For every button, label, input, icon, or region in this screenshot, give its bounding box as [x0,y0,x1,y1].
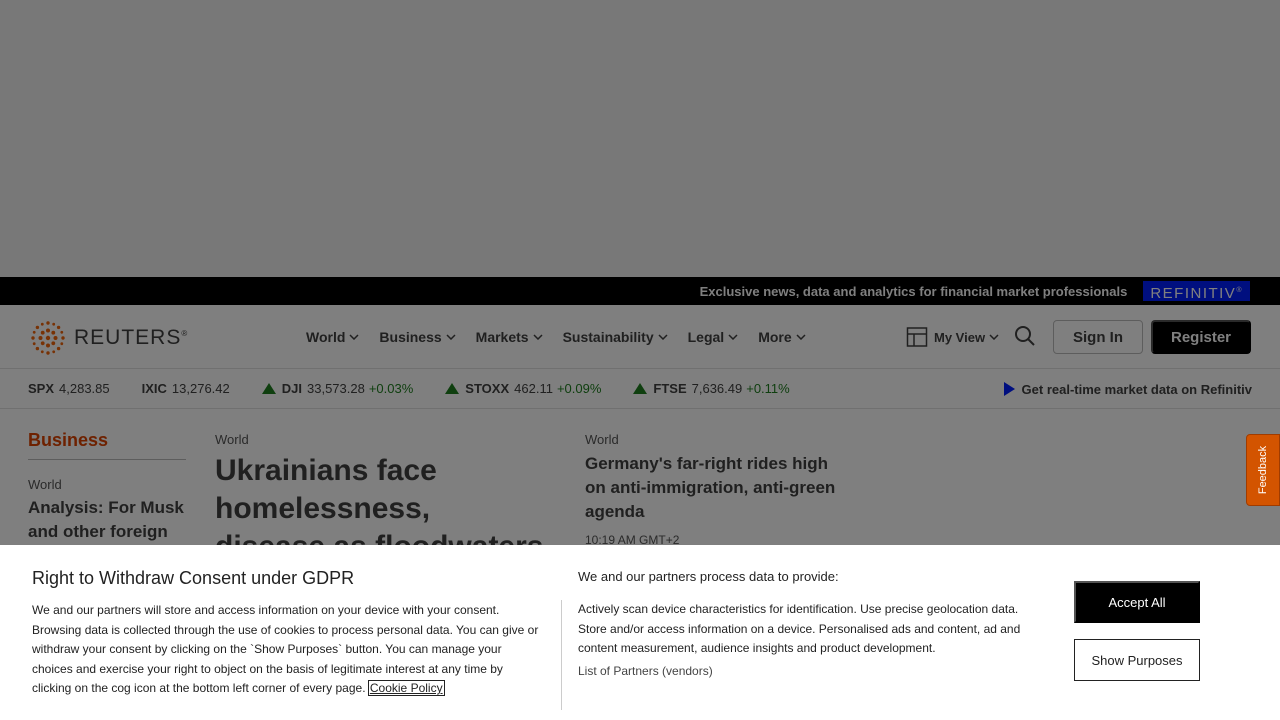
consent-divider [561,600,562,710]
cookie-policy-link[interactable]: Cookie Policy [367,680,445,696]
gdpr-consent-banner: Right to Withdraw Consent under GDPR We … [0,545,1280,720]
accept-all-button[interactable]: Accept All [1074,581,1200,623]
show-purposes-button[interactable]: Show Purposes [1074,639,1200,681]
partners-link[interactable]: List of Partners (vendors) [578,664,713,678]
feedback-label: Feedback [1257,445,1269,495]
consent-title: Right to Withdraw Consent under GDPR [32,568,355,588]
feedback-tab[interactable]: Feedback [1246,434,1280,506]
consent-subtitle: We and our partners process data to prov… [578,569,839,584]
consent-body-text: We and our partners will store and acces… [32,603,539,695]
consent-purposes: Actively scan device characteristics for… [578,602,1021,655]
consent-body: We and our partners will store and acces… [32,601,544,699]
